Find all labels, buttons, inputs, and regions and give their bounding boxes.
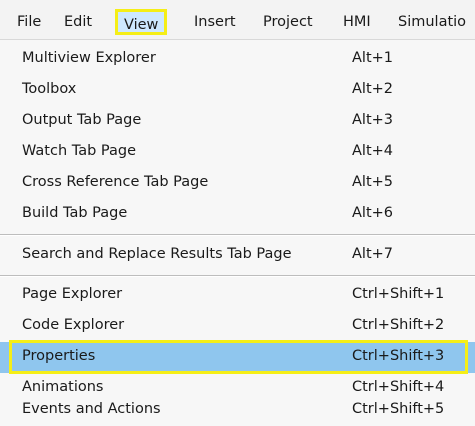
menu-item-page-explorer[interactable]: Page Explorer Ctrl+Shift+1 [0,280,475,311]
menu-item-label: Search and Replace Results Tab Page [22,246,292,262]
menu-item-shortcut: Alt+4 [352,143,394,159]
view-menu-dropdown: Multiview Explorer Alt+1 Toolbox Alt+2 O… [0,40,475,426]
menu-item-shortcut: Alt+7 [352,246,394,262]
menu-item-output-tab-page[interactable]: Output Tab Page Alt+3 [0,106,475,137]
menu-item-shortcut: Ctrl+Shift+2 [352,317,445,333]
menu-item-label: Page Explorer [22,286,123,302]
menu-item-toolbox[interactable]: Toolbox Alt+2 [0,75,475,106]
menu-item-label: Code Explorer [22,317,125,333]
menu-insert[interactable]: Insert [194,12,236,32]
menu-item-label: Animations [22,379,104,395]
menu-hmi[interactable]: HMI [343,12,371,32]
menu-item-shortcut: Alt+1 [352,50,394,66]
menu-item-shortcut: Ctrl+Shift+4 [352,379,445,395]
menu-item-shortcut: Ctrl+Shift+3 [352,348,445,364]
menu-separator [0,234,475,236]
menu-item-shortcut: Alt+5 [352,174,394,190]
menu-item-label: Multiview Explorer [22,50,156,66]
menu-file[interactable]: File [17,12,41,32]
menu-item-shortcut: Ctrl+Shift+5 [352,401,445,417]
menu-separator [0,275,475,277]
menu-item-shortcut: Ctrl+Shift+1 [352,286,445,302]
menu-item-shortcut: Alt+2 [352,81,394,97]
menu-item-events-and-actions[interactable]: Events and Actions Ctrl+Shift+5 [0,395,475,426]
menu-item-shortcut: Alt+3 [352,112,394,128]
menu-item-cross-reference-tab-page[interactable]: Cross Reference Tab Page Alt+5 [0,168,475,199]
menu-edit[interactable]: Edit [64,12,92,32]
menu-item-label: Toolbox [22,81,77,97]
menu-item-code-explorer[interactable]: Code Explorer Ctrl+Shift+2 [0,311,475,342]
menu-item-label: Output Tab Page [22,112,142,128]
menu-item-label: Properties [22,348,96,364]
menu-item-build-tab-page[interactable]: Build Tab Page Alt+6 [0,199,475,230]
menu-project[interactable]: Project [263,12,313,32]
menu-item-shortcut: Alt+6 [352,205,394,221]
menu-item-multiview-explorer[interactable]: Multiview Explorer Alt+1 [0,44,475,75]
menu-item-properties[interactable]: Properties Ctrl+Shift+3 [0,340,475,374]
menu-item-label: Watch Tab Page [22,143,137,159]
menu-item-watch-tab-page[interactable]: Watch Tab Page Alt+4 [0,137,475,168]
menu-bar: File Edit View Insert Project HMI Simula… [0,0,475,40]
menu-item-label: Cross Reference Tab Page [22,174,209,190]
menu-item-search-replace-results-tab-page[interactable]: Search and Replace Results Tab Page Alt+… [0,240,475,271]
menu-item-label: Events and Actions [22,401,161,417]
menu-simulation[interactable]: Simulatio [398,12,466,32]
menu-view[interactable]: View [115,9,168,35]
menu-item-label: Build Tab Page [22,205,128,221]
